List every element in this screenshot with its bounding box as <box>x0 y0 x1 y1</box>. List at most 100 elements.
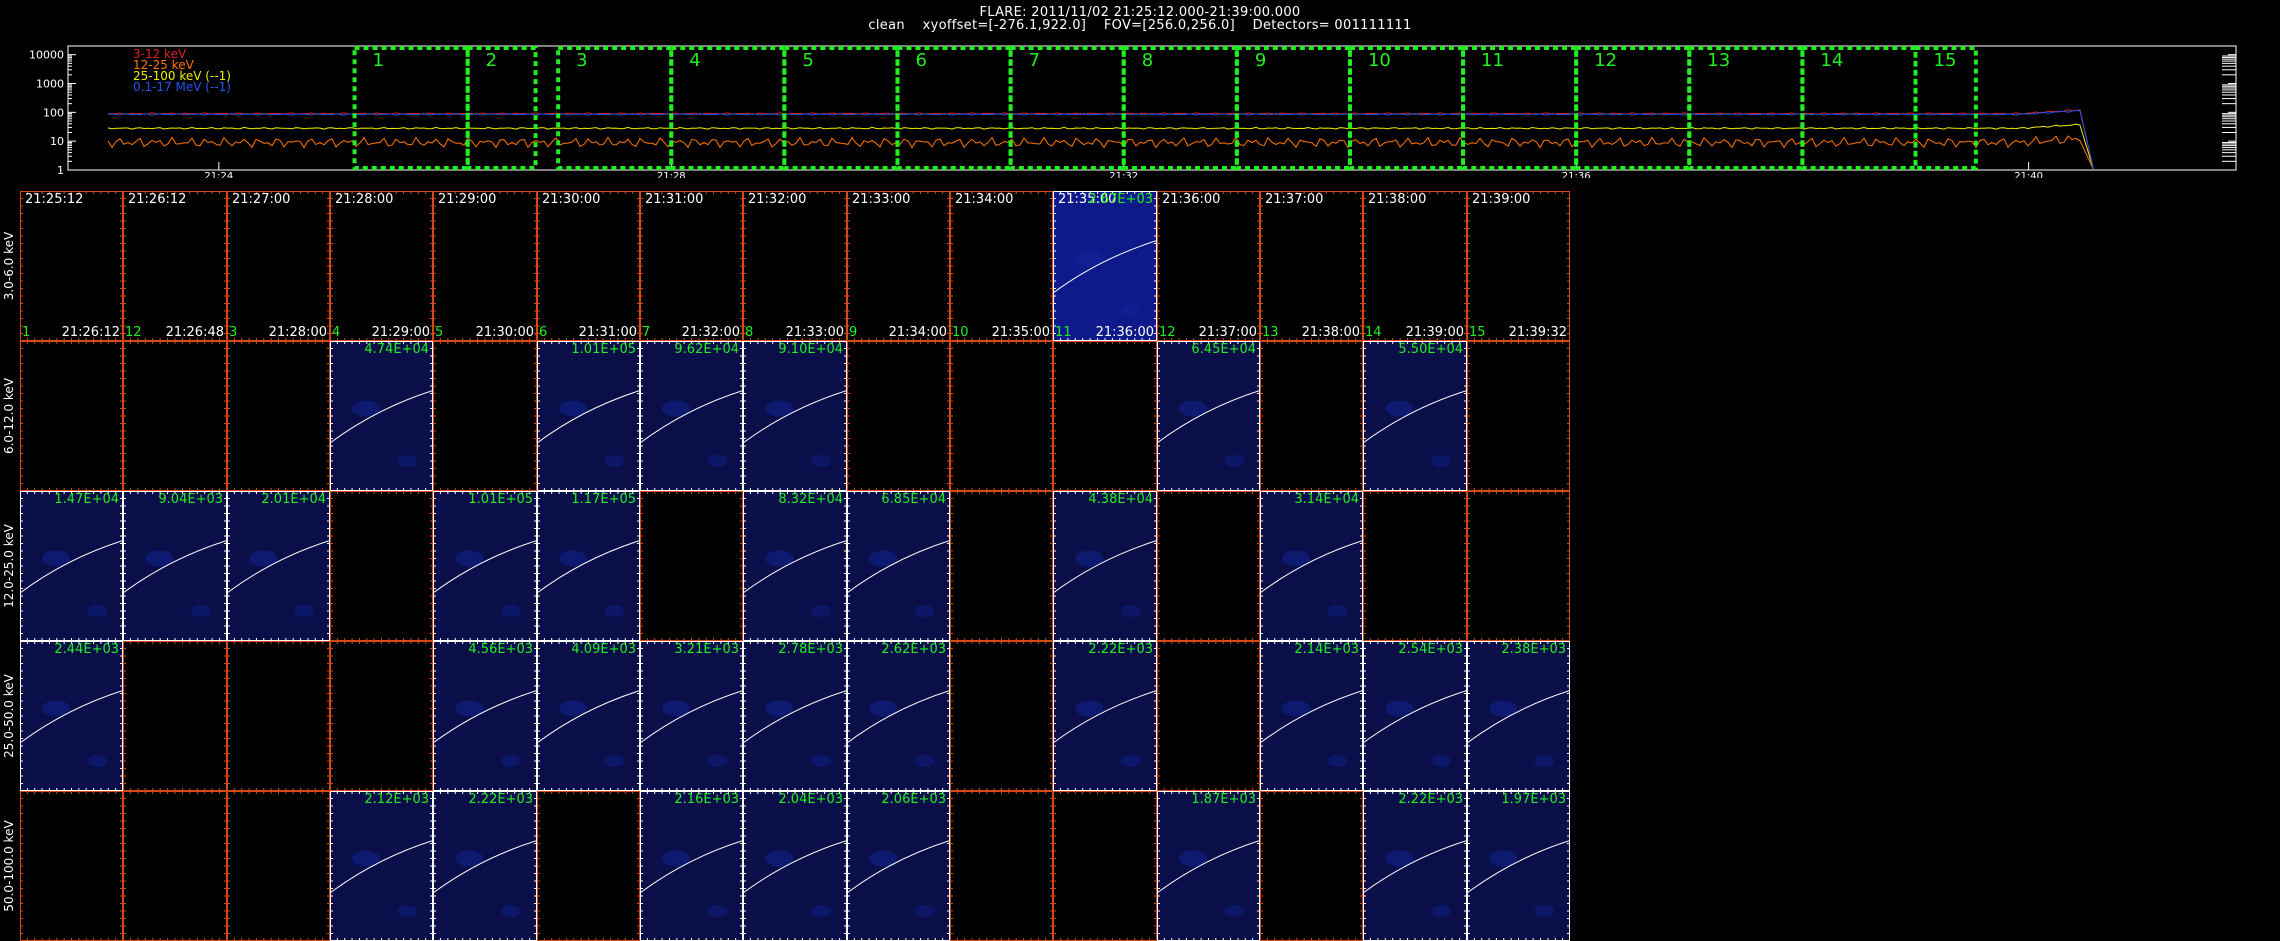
panel-start-time: 21:26:12 <box>128 193 186 207</box>
panel-end-time: 21:39:32 <box>1509 326 1567 340</box>
empty-background <box>950 491 1053 641</box>
panel-plot <box>1467 341 1570 491</box>
panel-plot <box>1053 641 1157 791</box>
panel-index: 4 <box>332 326 340 340</box>
panel-plot <box>227 641 330 791</box>
image-background <box>227 491 330 641</box>
panel-max-value: 2.14E+03 <box>1294 643 1359 657</box>
panel-index: 12 <box>1159 326 1176 340</box>
image-panel <box>123 641 227 791</box>
panel-plot <box>640 491 743 641</box>
image-panel <box>1467 491 1570 641</box>
image-panel: 9.62E+04 <box>640 341 743 491</box>
panel-max-value: 2.06E+03 <box>881 793 946 807</box>
emission-blob <box>914 605 934 617</box>
image-panel <box>950 791 1053 941</box>
image-panel: 4.09E+03 <box>537 641 640 791</box>
panel-plot <box>537 191 640 341</box>
image-background <box>433 641 537 791</box>
panel-index: 15 <box>1469 326 1486 340</box>
image-panel <box>20 341 123 491</box>
empty-background <box>1363 191 1467 341</box>
image-background <box>433 491 537 641</box>
empty-background <box>537 791 640 941</box>
image-panel: 21:37:0021:38:0013 <box>1260 191 1363 341</box>
panel-index: 12 <box>125 326 142 340</box>
panel-max-value: 2.78E+03 <box>778 643 843 657</box>
panel-plot <box>847 191 950 341</box>
panel-plot <box>330 791 433 941</box>
panel-max-value: 8.32E+04 <box>778 493 843 507</box>
panel-start-time: 21:29:00 <box>438 193 496 207</box>
emission-blob <box>707 455 727 467</box>
image-panel: 21:29:0021:30:005 <box>433 191 537 341</box>
image-panel: 1.17E+05 <box>537 491 640 641</box>
image-background <box>1363 341 1467 491</box>
empty-background <box>227 641 330 791</box>
image-panel: 9.04E+03 <box>123 491 227 641</box>
image-background <box>1053 491 1157 641</box>
panel-max-value: 2.62E+03 <box>881 643 946 657</box>
emission-blob <box>1327 755 1347 767</box>
panel-plot <box>330 491 433 641</box>
empty-background <box>433 191 537 341</box>
panel-max-value: 2.38E+03 <box>1501 643 1566 657</box>
empty-background <box>1053 341 1157 491</box>
panel-plot <box>123 641 227 791</box>
panel-start-time: 21:34:00 <box>955 193 1013 207</box>
emission-blob <box>1327 605 1347 617</box>
image-panel <box>20 791 123 941</box>
panel-plot <box>1467 191 1570 341</box>
emission-blob <box>914 755 934 767</box>
panel-plot <box>1053 191 1157 341</box>
emission-blob <box>914 905 934 917</box>
panel-max-value: 1.01E+05 <box>468 493 533 507</box>
panel-end-time: 21:26:48 <box>166 326 224 340</box>
panel-plot <box>847 641 950 791</box>
image-background <box>847 641 950 791</box>
empty-background <box>1467 491 1570 641</box>
panel-index: 6 <box>539 326 547 340</box>
empty-background <box>123 791 227 941</box>
empty-background <box>20 191 123 341</box>
image-panel <box>1157 491 1260 641</box>
panel-start-time: 21:36:00 <box>1162 193 1220 207</box>
panel-end-time: 21:26:12 <box>62 326 120 340</box>
panel-start-time: 21:37:00 <box>1265 193 1323 207</box>
image-panel <box>1053 341 1157 491</box>
empty-background <box>123 341 227 491</box>
panel-end-time: 21:34:00 <box>889 326 947 340</box>
empty-background <box>330 491 433 641</box>
image-panel <box>950 491 1053 641</box>
emission-blob <box>811 905 831 917</box>
image-background <box>330 791 433 941</box>
panel-plot <box>227 491 330 641</box>
panel-max-value: 2.12E+03 <box>364 793 429 807</box>
image-panel: 2.78E+03 <box>743 641 847 791</box>
image-background <box>433 791 537 941</box>
panel-max-value: 4.09E+03 <box>571 643 636 657</box>
panel-max-value: 9.62E+04 <box>674 343 739 357</box>
panel-plot <box>950 791 1053 941</box>
emission-blob <box>707 905 727 917</box>
image-panel: 6.45E+04 <box>1157 341 1260 491</box>
panel-plot <box>1363 641 1467 791</box>
image-panel <box>1157 641 1260 791</box>
emission-blob <box>501 755 521 767</box>
empty-background <box>227 341 330 491</box>
image-panel <box>950 341 1053 491</box>
panel-max-value: 2.67E+03 <box>1088 193 1153 207</box>
image-background <box>537 641 640 791</box>
image-panel: 1.47E+04 <box>20 491 123 641</box>
panel-plot <box>1053 341 1157 491</box>
panel-start-time: 21:28:00 <box>335 193 393 207</box>
panel-plot <box>1363 491 1467 641</box>
empty-background <box>950 191 1053 341</box>
panel-end-time: 21:35:00 <box>992 326 1050 340</box>
panel-plot <box>743 341 847 491</box>
emission-blob <box>501 905 521 917</box>
panel-plot <box>1363 191 1467 341</box>
panel-plot <box>330 641 433 791</box>
panel-plot <box>1157 641 1260 791</box>
panel-max-value: 2.22E+03 <box>1088 643 1153 657</box>
